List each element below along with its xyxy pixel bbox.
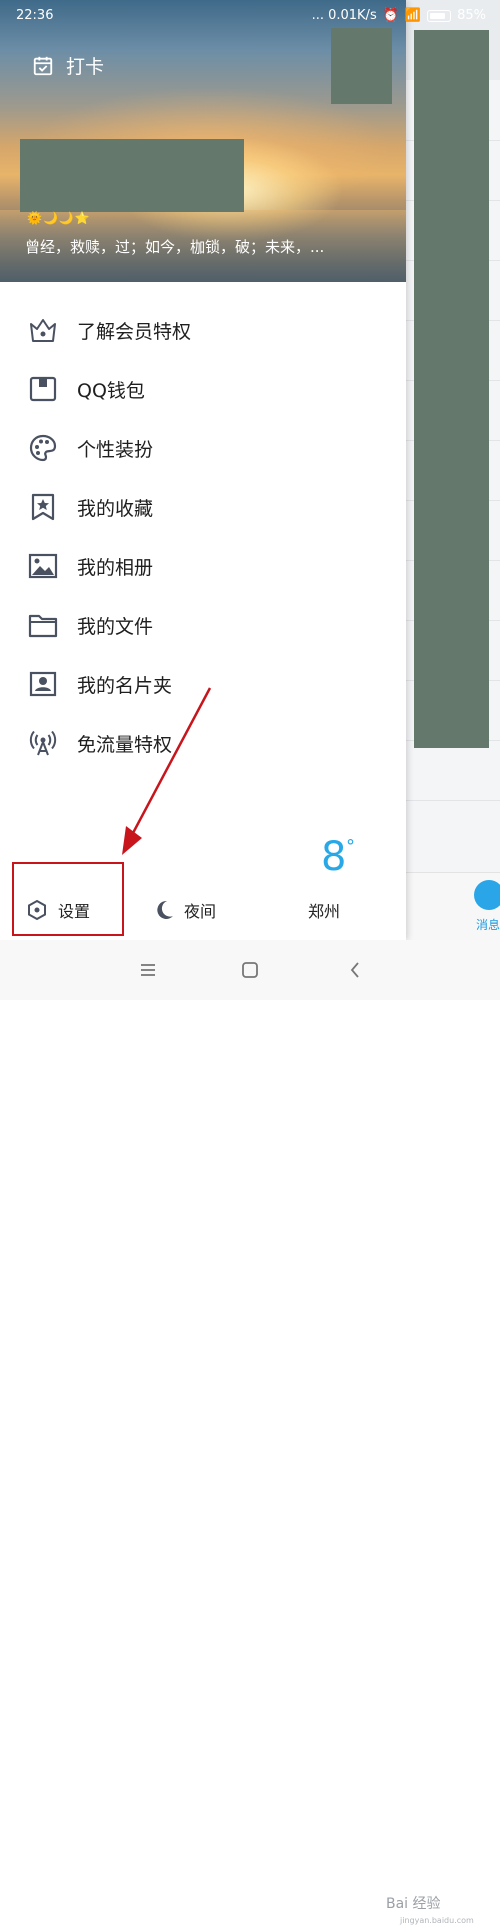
night-mode-button[interactable]: 夜间: [154, 898, 216, 922]
status-time: 22:36: [16, 8, 54, 23]
message-tab-label[interactable]: 消息: [476, 916, 500, 933]
profile-header: 打卡 🌞🌙🌙⭐ 曾经，救赎，过；如今，枷锁，破；未来，...: [0, 0, 406, 282]
menu-item-label: 我的名片夹: [77, 675, 173, 697]
antenna-icon: [29, 730, 57, 756]
battery-icon: [427, 9, 452, 22]
status-right: ... 0.01K/s ⏰ 📶 85%: [312, 8, 486, 23]
message-tab-icon[interactable]: [474, 880, 500, 910]
redacted-content-block: [414, 30, 489, 748]
weather-degree-symbol: °: [346, 836, 355, 857]
night-mode-label: 夜间: [184, 902, 217, 921]
folder-icon: [28, 614, 58, 638]
contact-card-icon: [29, 671, 57, 697]
settings-label: 设置: [58, 902, 91, 921]
moon-icon: [157, 900, 173, 919]
menu-item-cards[interactable]: 我的名片夹: [0, 654, 406, 713]
menu-item-theme[interactable]: 个性装扮: [0, 418, 406, 477]
menu-item-label: QQ钱包: [77, 380, 145, 402]
bookmark-star-icon: [31, 493, 55, 521]
palette-icon: [29, 434, 57, 462]
wallet-icon: [29, 376, 57, 402]
home-icon[interactable]: [238, 958, 262, 982]
alarm-icon: ⏰: [382, 8, 399, 23]
drawer-menu: 了解会员特权 QQ钱包 个性装扮 我的收藏 我的相册 我的文件 我的名片夹 免流…: [0, 300, 406, 772]
menu-item-label: 我的文件: [77, 616, 154, 638]
menu-item-vip[interactable]: 了解会员特权: [0, 300, 406, 359]
weather-city: 郑州: [308, 902, 341, 921]
settings-button[interactable]: 设置: [26, 898, 90, 922]
battery-level: 85%: [457, 8, 486, 23]
back-icon[interactable]: [343, 958, 367, 982]
menu-icon[interactable]: [136, 958, 160, 982]
wifi-icon: 📶: [404, 8, 422, 23]
image-icon: [28, 553, 58, 579]
watermark-url: jingyan.baidu.com: [400, 1916, 474, 1925]
menu-item-files[interactable]: 我的文件: [0, 595, 406, 654]
network-speed: ... 0.01K/s: [311, 8, 377, 23]
checkin-label: 打卡: [66, 56, 105, 78]
avatar[interactable]: [331, 28, 392, 104]
watermark: Bai 经验: [386, 1896, 441, 1912]
menu-item-free-data[interactable]: 免流量特权: [0, 713, 406, 772]
menu-item-wallet[interactable]: QQ钱包: [0, 359, 406, 418]
menu-item-label: 免流量特权: [77, 734, 173, 756]
menu-item-label: 我的相册: [77, 557, 154, 579]
signature-text[interactable]: 曾经，救赎，过；如今，枷锁，破；未来，...: [25, 236, 324, 257]
status-bar: 22:36 ... 0.01K/s ⏰ 📶 85%: [0, 0, 500, 30]
hexagon-settings-icon: [28, 899, 46, 921]
system-navigation-bar: Bai 经验 jingyan.baidu.com: [0, 940, 500, 1925]
redacted-username: [20, 139, 244, 212]
menu-item-album[interactable]: 我的相册: [0, 536, 406, 595]
menu-item-label: 个性装扮: [77, 439, 154, 461]
checkin-button[interactable]: 打卡: [32, 52, 104, 79]
menu-item-favorites[interactable]: 我的收藏: [0, 477, 406, 536]
calendar-check-icon: [33, 56, 53, 75]
crown-icon: [30, 319, 56, 342]
level-badges: 🌞🌙🌙⭐: [27, 211, 91, 225]
list-divider: [406, 800, 500, 801]
drawer-bottom-bar: 设置 夜间 8 ° 郑州: [0, 834, 406, 940]
side-drawer: 打卡 🌞🌙🌙⭐ 曾经，救赎，过；如今，枷锁，破；未来，... 了解会员特权 QQ…: [0, 0, 406, 940]
weather-temperature: 8: [321, 834, 347, 880]
menu-item-label: 我的收藏: [77, 498, 154, 520]
menu-item-label: 了解会员特权: [77, 321, 192, 343]
